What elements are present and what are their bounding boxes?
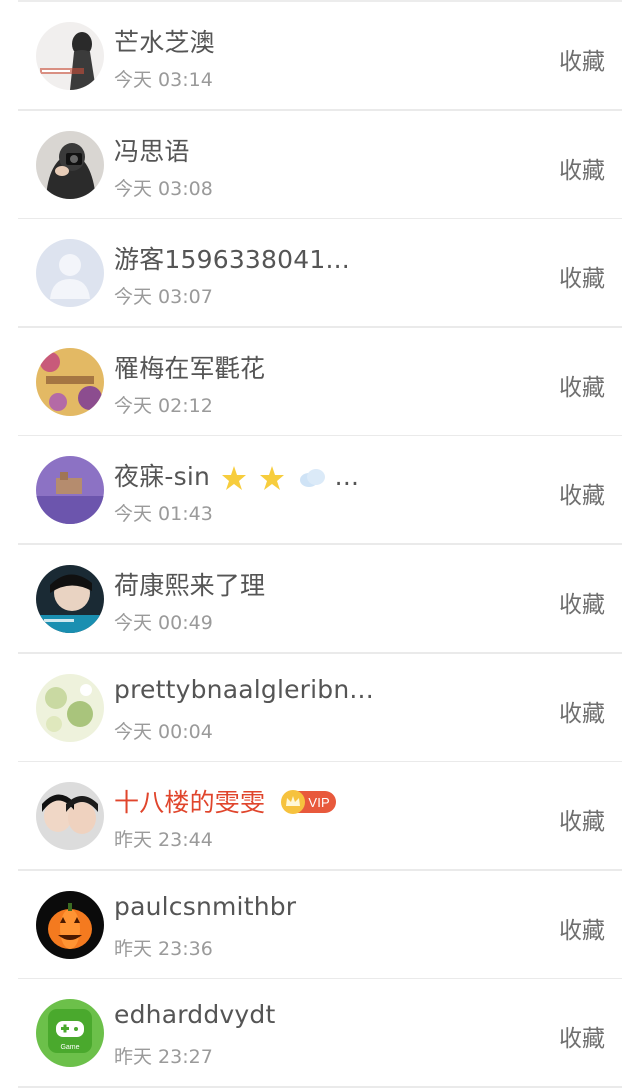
- star-emoji-icon: [260, 466, 285, 491]
- list-item[interactable]: paulcsnmithbr 昨天 23:36 收藏: [0, 871, 640, 980]
- user-avatar[interactable]: [36, 564, 104, 633]
- favorite-button[interactable]: 收藏: [559, 151, 605, 185]
- user-avatar[interactable]: [36, 673, 104, 742]
- game-app-avatar: Game: [36, 999, 104, 1068]
- favorite-button[interactable]: 收藏: [559, 1019, 605, 1053]
- photo-camera-avatar: [36, 130, 104, 199]
- star-emoji-icon: [222, 466, 247, 491]
- favorite-button[interactable]: 收藏: [559, 368, 605, 402]
- favorite-button[interactable]: 收藏: [559, 476, 605, 510]
- user-avatar[interactable]: [36, 782, 104, 851]
- user-name: 夜寐-sin ...: [114, 457, 359, 493]
- user-avatar[interactable]: [36, 890, 104, 959]
- favorite-button[interactable]: 收藏: [559, 694, 605, 728]
- favorite-button[interactable]: 收藏: [559, 585, 605, 619]
- message-time: 今天 03:08: [114, 177, 213, 200]
- user-avatar[interactable]: [36, 347, 104, 416]
- pumpkin-avatar: [36, 890, 104, 959]
- list-item[interactable]: 冯思语 今天 03:08 收藏: [0, 111, 640, 220]
- game-app-label: Game: [60, 1044, 79, 1051]
- message-time: 昨天 23:36: [114, 937, 213, 960]
- list-item[interactable]: 十八楼的雯雯 VIP 昨天 23:44 收藏: [0, 762, 640, 871]
- user-avatar[interactable]: [36, 130, 104, 199]
- user-name-text: 十八楼的雯雯: [114, 788, 266, 818]
- message-time: 昨天 23:27: [114, 1046, 213, 1069]
- user-name: paulcsnmithbr: [114, 891, 297, 921]
- favorite-button[interactable]: 收藏: [559, 259, 605, 293]
- vip-badge: VIP: [281, 790, 336, 815]
- list-item[interactable]: 游客1596338041... 今天 03:07 收藏: [0, 219, 640, 328]
- user-name-text: 夜寐-sin: [114, 462, 211, 492]
- user-name: 十八楼的雯雯 VIP: [114, 783, 336, 819]
- user-name: edharddvydt: [114, 1000, 276, 1030]
- favorite-button[interactable]: 收藏: [559, 802, 605, 836]
- photo-kids-avatar: [36, 782, 104, 851]
- message-time: 今天 03:07: [114, 286, 213, 309]
- list-item[interactable]: 芒水芝澳 今天 03:14 收藏: [0, 2, 640, 111]
- user-list: 芒水芝澳 今天 03:14 收藏 冯思语 今天 03:08 收藏 游客15963…: [0, 2, 640, 1088]
- message-time: 今天 00:04: [114, 720, 213, 743]
- name-ellipsis: ...: [334, 462, 360, 492]
- favorite-button[interactable]: 收藏: [559, 42, 605, 76]
- message-time: 今天 00:49: [114, 611, 213, 634]
- list-item[interactable]: 荷康熙来了理 今天 00:49 收藏: [0, 545, 640, 654]
- user-name: 荷康熙来了理: [114, 570, 266, 600]
- list-item[interactable]: 罹梅在军氍花 今天 02:12 收藏: [0, 328, 640, 437]
- user-avatar[interactable]: [36, 239, 104, 308]
- default-user-avatar: [36, 239, 104, 308]
- message-time: 昨天 23:44: [114, 829, 213, 852]
- user-avatar[interactable]: Game: [36, 999, 104, 1068]
- favorite-button[interactable]: 收藏: [559, 911, 605, 945]
- photo-green-avatar: [36, 673, 104, 742]
- cloud-emoji-icon: [299, 469, 325, 488]
- message-time: 今天 01:43: [114, 503, 213, 526]
- user-name: 罹梅在军氍花: [114, 353, 266, 383]
- user-name: 冯思语: [114, 136, 190, 166]
- user-name: 游客1596338041...: [114, 245, 350, 275]
- list-item[interactable]: Game edharddvydt 昨天 23:27 收藏: [0, 979, 640, 1088]
- list-item[interactable]: 夜寐-sin ... 今天 01:43 收藏: [0, 436, 640, 545]
- photo-purple-avatar: [36, 456, 104, 525]
- user-avatar[interactable]: [36, 456, 104, 525]
- vip-label: VIP: [308, 794, 330, 810]
- photo-flowers-avatar: [36, 347, 104, 416]
- photo-girl-avatar: [36, 22, 104, 90]
- message-time: 今天 03:14: [114, 69, 213, 91]
- crown-icon: [281, 790, 306, 815]
- user-avatar[interactable]: [36, 22, 104, 90]
- user-name: 芒水芝澳: [114, 28, 215, 57]
- list-item[interactable]: prettybnaalgleribn... 今天 00:04 收藏: [0, 654, 640, 763]
- message-time: 今天 02:12: [114, 394, 213, 417]
- user-name: prettybnaalgleribn...: [114, 674, 374, 704]
- photo-boy-avatar: [36, 564, 104, 633]
